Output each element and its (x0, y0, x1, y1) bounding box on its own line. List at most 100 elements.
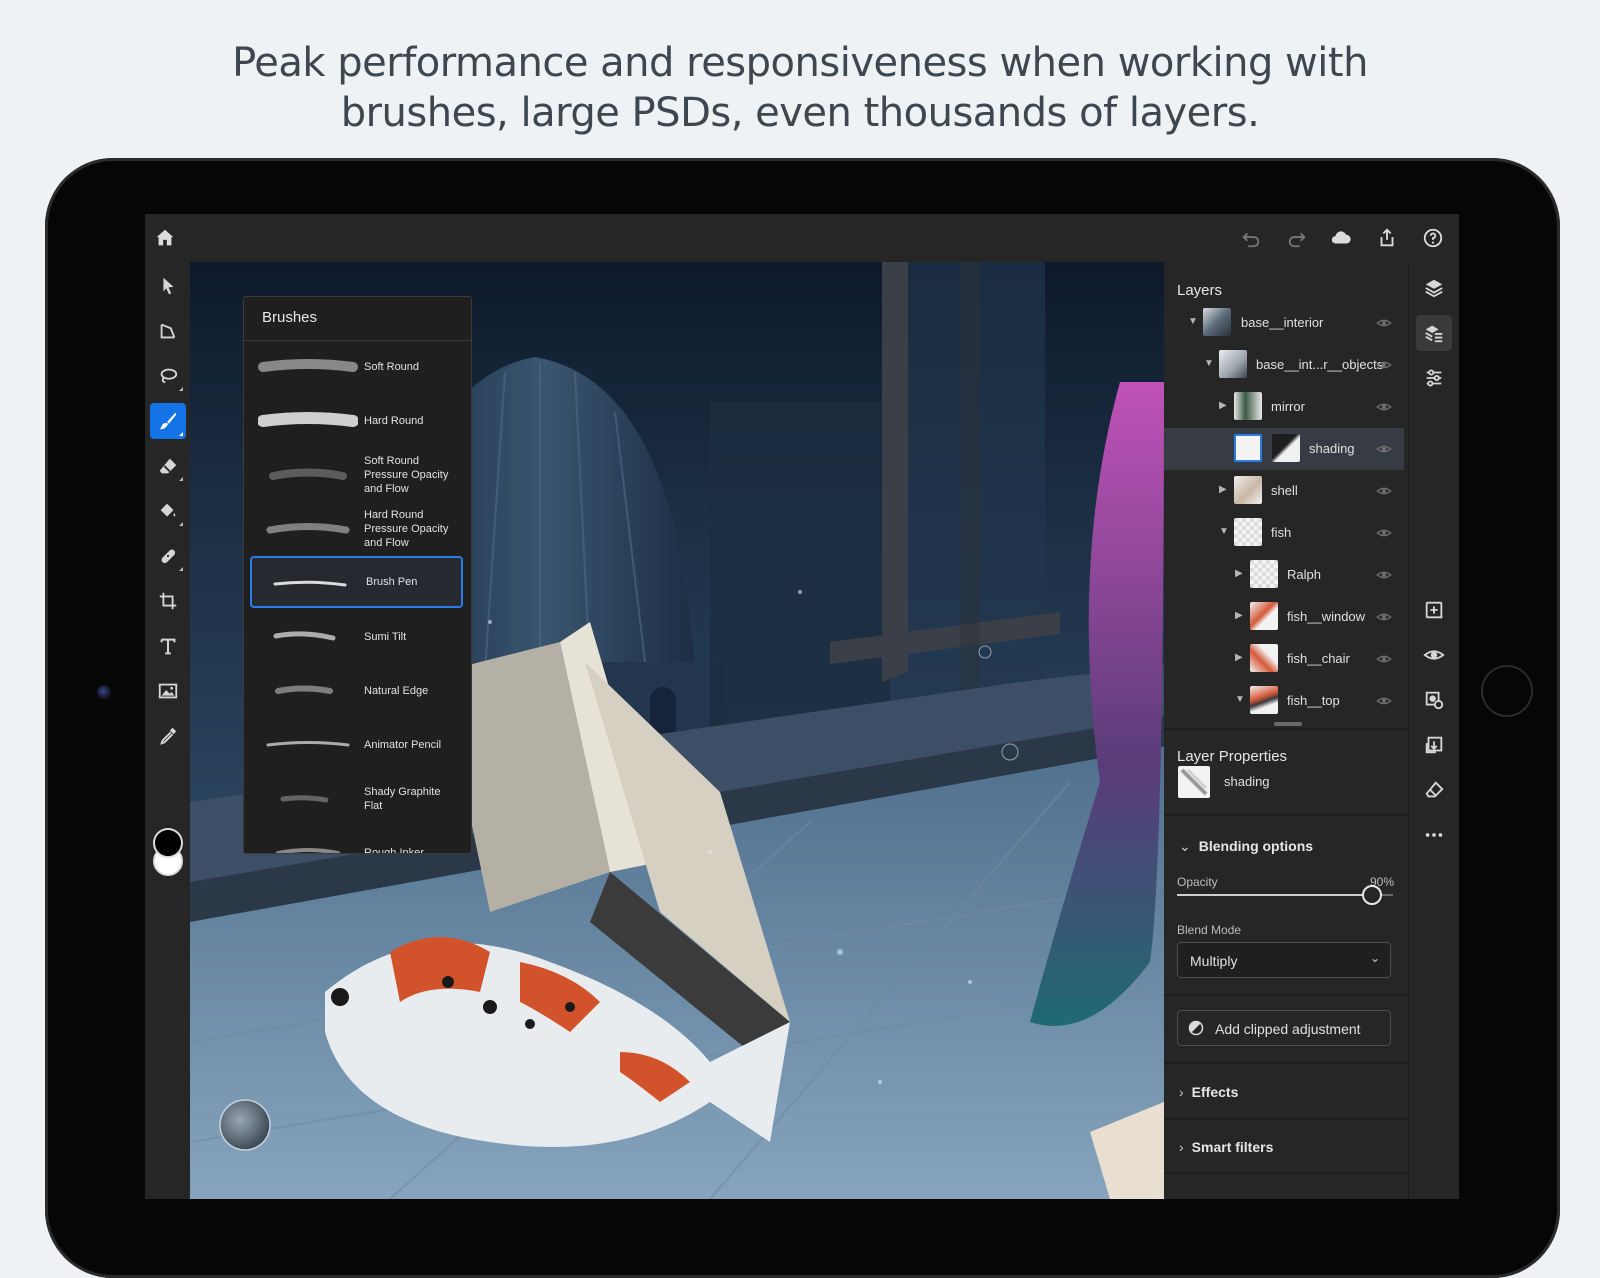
brush-item[interactable]: Animator Pencil (250, 719, 463, 771)
chevron-right-icon: › (1179, 1139, 1184, 1155)
layer-row[interactable]: ▼ fish (1164, 512, 1404, 554)
brush-size-indicator[interactable] (219, 1099, 271, 1151)
visibility-eye-icon[interactable] (1376, 315, 1392, 331)
opacity-slider-knob[interactable] (1362, 885, 1383, 905)
type-tool-icon[interactable] (150, 628, 186, 664)
brush-item[interactable]: Hard Round (250, 395, 463, 447)
undo-icon[interactable] (1235, 222, 1267, 254)
add-clipped-adjustment-button[interactable]: Add clipped adjustment (1177, 1010, 1391, 1046)
expand-caret-icon[interactable]: ▶ (1219, 484, 1227, 495)
layer-row[interactable]: ▶ mirror (1164, 386, 1404, 428)
eyedropper-tool-icon[interactable] (150, 718, 186, 754)
redo-icon[interactable] (1281, 222, 1313, 254)
share-icon[interactable] (1371, 222, 1403, 254)
brush-item-selected[interactable]: Brush Pen (250, 556, 463, 608)
layer-row[interactable]: ▼ base__int...r__objects (1164, 344, 1404, 386)
layer-properties-title: Layer Properties (1177, 748, 1288, 765)
place-image-icon[interactable] (150, 673, 186, 709)
layer-row[interactable]: ▶ fish__chair (1164, 638, 1404, 680)
layer-thumbnail (1219, 350, 1247, 378)
expand-caret-icon[interactable]: ▶ (1235, 610, 1243, 621)
divider (1164, 1062, 1408, 1064)
blend-mode-value: Multiply (1190, 953, 1238, 969)
layer-thumbnail (1250, 644, 1278, 672)
effects-header[interactable]: › Effects (1179, 1084, 1238, 1100)
brush-item[interactable]: Rough Inker (250, 823, 463, 854)
brush-stroke-preview (280, 795, 329, 803)
visibility-eye-icon[interactable] (1376, 693, 1392, 709)
panel-resize-handle[interactable] (1274, 722, 1302, 726)
home-icon[interactable] (149, 222, 181, 254)
brush-label: Shady Graphite Flat (364, 786, 441, 812)
collapse-caret-icon[interactable]: ▼ (1219, 526, 1229, 537)
help-icon[interactable] (1417, 222, 1449, 254)
brush-item[interactable]: Natural Edge (250, 665, 463, 717)
fill-tool-icon[interactable] (150, 493, 186, 529)
brush-stroke-preview (266, 741, 350, 747)
collapse-caret-icon[interactable]: ▼ (1204, 358, 1214, 369)
home-hardware-button (1481, 665, 1533, 717)
opacity-slider[interactable] (1177, 885, 1393, 905)
clear-layer-icon[interactable] (1416, 772, 1452, 808)
more-options-icon[interactable] (1416, 817, 1452, 853)
smart-filters-label: Smart filters (1191, 1139, 1274, 1155)
layers-stack-icon[interactable] (1416, 270, 1452, 306)
visibility-eye-icon[interactable] (1376, 651, 1392, 667)
eraser-tool-icon[interactable] (150, 448, 186, 484)
smart-filters-header[interactable]: › Smart filters (1179, 1139, 1273, 1155)
layer-name: fish__window (1287, 609, 1366, 624)
blending-options-label: Blending options (1198, 838, 1314, 854)
layer-properties-icon[interactable] (1416, 315, 1452, 351)
brush-item[interactable]: Sumi Tilt (250, 611, 463, 663)
brush-item[interactable]: Soft Round (250, 341, 463, 393)
layer-name: fish__top (1287, 693, 1340, 708)
layer-row[interactable]: ▶ fish__window (1164, 596, 1404, 638)
visibility-eye-icon[interactable] (1376, 483, 1392, 499)
visibility-eye-icon[interactable] (1376, 609, 1392, 625)
crop-tool-icon[interactable] (150, 583, 186, 619)
brush-tool-icon[interactable] (150, 403, 186, 439)
document-canvas[interactable]: Brushes Soft Round Hard Round Soft Round… (190, 262, 1164, 1199)
add-layer-icon[interactable] (1416, 592, 1452, 628)
adjustments-sliders-icon[interactable] (1416, 360, 1452, 396)
select-tool-icon[interactable] (150, 268, 186, 304)
brush-item[interactable]: Hard Round Pressure Opacity and Flow (250, 503, 463, 555)
layer-thumbnail (1250, 560, 1278, 588)
collapse-caret-icon[interactable]: ▼ (1235, 694, 1245, 705)
expand-caret-icon[interactable]: ▶ (1219, 400, 1227, 411)
visibility-eye-icon[interactable] (1376, 441, 1392, 457)
collapse-caret-icon[interactable]: ▼ (1188, 316, 1198, 327)
layer-thumbnail (1234, 392, 1262, 420)
brush-stroke-preview (273, 631, 336, 641)
layer-row-selected[interactable]: shading (1164, 428, 1404, 470)
expand-caret-icon[interactable]: ▶ (1235, 568, 1243, 579)
brush-item[interactable]: Shady Graphite Flat (250, 773, 463, 825)
layer-row[interactable]: ▼ base__interior (1164, 302, 1404, 344)
layer-thumbnail (1250, 602, 1278, 630)
brush-stroke-preview (275, 685, 333, 694)
visibility-eye-icon[interactable] (1376, 525, 1392, 541)
divider (1164, 814, 1408, 816)
visibility-eye-icon[interactable] (1376, 567, 1392, 583)
layer-row[interactable]: ▶ shell (1164, 470, 1404, 512)
expand-caret-icon[interactable]: ▶ (1235, 652, 1243, 663)
brush-label: Rough Inker (364, 847, 424, 854)
visibility-eye-icon[interactable] (1376, 357, 1392, 373)
layer-row[interactable]: ▼ fish__top (1164, 680, 1404, 722)
add-clipped-adjustment-label: Add clipped adjustment (1215, 1021, 1361, 1037)
brush-label: Animator Pencil (364, 739, 442, 751)
layer-mask-icon[interactable] (1416, 682, 1452, 718)
layer-mask-thumbnail[interactable] (1272, 434, 1300, 462)
transform-tool-icon[interactable] (150, 313, 186, 349)
foreground-color-swatch[interactable] (153, 828, 183, 858)
layer-row[interactable]: ▶ Ralph (1164, 554, 1404, 596)
blend-mode-dropdown[interactable]: Multiply ⌄ (1177, 942, 1391, 978)
healing-tool-icon[interactable] (150, 538, 186, 574)
blending-options-header[interactable]: ⌄ Blending options (1179, 838, 1313, 855)
visibility-eye-icon[interactable] (1376, 399, 1392, 415)
merge-down-icon[interactable] (1416, 727, 1452, 763)
brush-item[interactable]: Soft Round Pressure Opacity and Flow (250, 449, 463, 501)
cloud-icon[interactable] (1325, 222, 1357, 254)
lasso-tool-icon[interactable] (150, 358, 186, 394)
visibility-eye-icon[interactable] (1416, 637, 1452, 673)
